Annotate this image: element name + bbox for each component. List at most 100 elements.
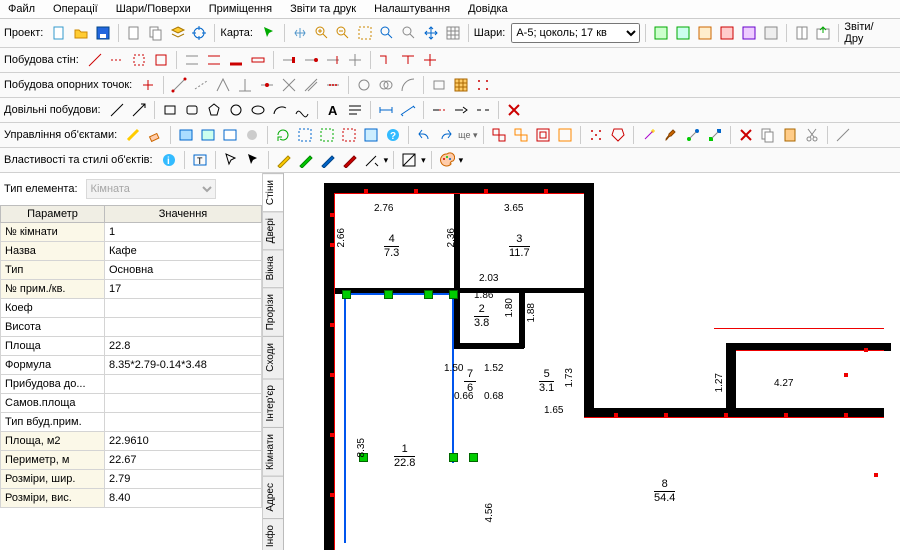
prop-val[interactable] — [105, 413, 262, 432]
pt-circle-icon[interactable] — [354, 75, 374, 95]
zoom-window-icon[interactable] — [355, 23, 375, 43]
obj-sel2-icon[interactable] — [317, 125, 337, 145]
menu-file[interactable]: Файл — [8, 3, 35, 15]
obj-refresh-icon[interactable] — [273, 125, 293, 145]
vtab-2[interactable]: Вікна — [263, 249, 283, 286]
room-label[interactable]: 122.8 — [394, 443, 415, 470]
wall-join1-icon[interactable] — [376, 50, 396, 70]
prop-val[interactable]: 22.8 — [105, 337, 262, 356]
layer-tool-4-icon[interactable] — [717, 23, 737, 43]
target-icon[interactable] — [190, 23, 210, 43]
draw-spline-icon[interactable] — [292, 100, 312, 120]
break-icon[interactable] — [473, 100, 493, 120]
obj-win3-icon[interactable] — [220, 125, 240, 145]
pt-add-icon[interactable] — [138, 75, 158, 95]
layer-tool-2-icon[interactable] — [673, 23, 693, 43]
node1-icon[interactable] — [683, 125, 703, 145]
layer-tool-3-icon[interactable] — [695, 23, 715, 43]
node2-icon[interactable] — [705, 125, 725, 145]
layer-select[interactable]: А-5; цоколь; 17 кв — [511, 23, 640, 43]
pen4-icon[interactable] — [340, 150, 360, 170]
draw-circle-icon[interactable] — [226, 100, 246, 120]
pt-int-icon[interactable] — [279, 75, 299, 95]
copy-icon[interactable] — [146, 23, 166, 43]
vtab-7[interactable]: Адрес — [263, 476, 283, 518]
redo-icon[interactable] — [436, 125, 456, 145]
pt-perp-icon[interactable] — [235, 75, 255, 95]
prop-val[interactable]: Кафе — [105, 242, 262, 261]
more-icon[interactable] — [833, 125, 853, 145]
prop-val[interactable]: 8.40 — [105, 489, 262, 508]
undo-icon[interactable] — [414, 125, 434, 145]
pt-rect-icon[interactable] — [429, 75, 449, 95]
draw-arrow-icon[interactable] — [129, 100, 149, 120]
prop-val[interactable]: 17 — [105, 280, 262, 299]
prop-val[interactable]: 22.67 — [105, 451, 262, 470]
pt-angle-icon[interactable] — [213, 75, 233, 95]
draw-text-icon[interactable]: A — [323, 100, 343, 120]
group1-icon[interactable] — [489, 125, 509, 145]
wall-end3-icon[interactable] — [323, 50, 343, 70]
wall-end1-icon[interactable] — [279, 50, 299, 70]
pen2-icon[interactable] — [296, 150, 316, 170]
pt-array-icon[interactable] — [473, 75, 493, 95]
grid-icon[interactable] — [443, 23, 463, 43]
snap2-icon[interactable] — [608, 125, 628, 145]
room-label[interactable]: 47.3 — [384, 233, 399, 260]
pt-grid-icon[interactable] — [451, 75, 471, 95]
open-icon[interactable] — [71, 23, 91, 43]
wall-end2-icon[interactable] — [301, 50, 321, 70]
wall-t2-icon[interactable] — [204, 50, 224, 70]
layer-tool-1-icon[interactable] — [651, 23, 671, 43]
prop-val[interactable] — [105, 318, 262, 337]
wall-join3-icon[interactable] — [420, 50, 440, 70]
zoom-out-icon[interactable] — [334, 23, 354, 43]
wall-t4-icon[interactable] — [248, 50, 268, 70]
dim-lin-icon[interactable] — [376, 100, 396, 120]
layer-tool-6-icon[interactable] — [761, 23, 781, 43]
floorplan-canvas[interactable]: 47.3311.723.87653.1122.8854.42.763.652.0… — [284, 173, 900, 550]
pt-circle2-icon[interactable] — [376, 75, 396, 95]
pt-iso-icon[interactable] — [301, 75, 321, 95]
wall-t1-icon[interactable] — [182, 50, 202, 70]
eltype-select[interactable]: Кімната — [86, 179, 216, 199]
export-icon[interactable] — [814, 23, 834, 43]
obj-selall-icon[interactable] — [361, 125, 381, 145]
new-icon[interactable] — [49, 23, 69, 43]
prop-val[interactable]: 1 — [105, 223, 262, 242]
wand-icon[interactable] — [639, 125, 659, 145]
room-label[interactable]: 854.4 — [654, 478, 675, 505]
layers-icon[interactable] — [168, 23, 188, 43]
group4-icon[interactable] — [555, 125, 575, 145]
room-label[interactable]: 53.1 — [539, 368, 554, 395]
draw-rrect-icon[interactable] — [182, 100, 202, 120]
wall-ortho-icon[interactable] — [107, 50, 127, 70]
draw-arc-icon[interactable] — [270, 100, 290, 120]
pt-seg-icon[interactable] — [191, 75, 211, 95]
prop-val[interactable] — [105, 375, 262, 394]
draw-mtext-icon[interactable] — [345, 100, 365, 120]
pt-divide-icon[interactable] — [323, 75, 343, 95]
zoom-in-icon[interactable] — [312, 23, 332, 43]
book-icon[interactable] — [792, 23, 812, 43]
obj-win2-icon[interactable] — [198, 125, 218, 145]
dim-align-icon[interactable] — [398, 100, 418, 120]
menu-layers[interactable]: Шари/Поверхи — [116, 3, 191, 15]
wall-poly-icon[interactable] — [151, 50, 171, 70]
pick-icon[interactable] — [221, 150, 241, 170]
info-icon[interactable]: i — [159, 150, 179, 170]
zoom-realtime-icon[interactable] — [399, 23, 419, 43]
group2-icon[interactable] — [511, 125, 531, 145]
obj-gray-icon[interactable] — [242, 125, 262, 145]
obj-highlight-icon[interactable] — [123, 125, 143, 145]
menu-rooms[interactable]: Приміщення — [209, 3, 272, 15]
prop-val[interactable]: 2.79 — [105, 470, 262, 489]
draw-rect-icon[interactable] — [160, 100, 180, 120]
trim-icon[interactable] — [429, 100, 449, 120]
group3-icon[interactable] — [533, 125, 553, 145]
menu-help[interactable]: Довідка — [468, 3, 508, 15]
draw-ellipse-icon[interactable] — [248, 100, 268, 120]
style-icon[interactable] — [399, 150, 419, 170]
reports-link[interactable]: Звіти/Дру — [844, 21, 892, 45]
layer-tool-5-icon[interactable] — [739, 23, 759, 43]
